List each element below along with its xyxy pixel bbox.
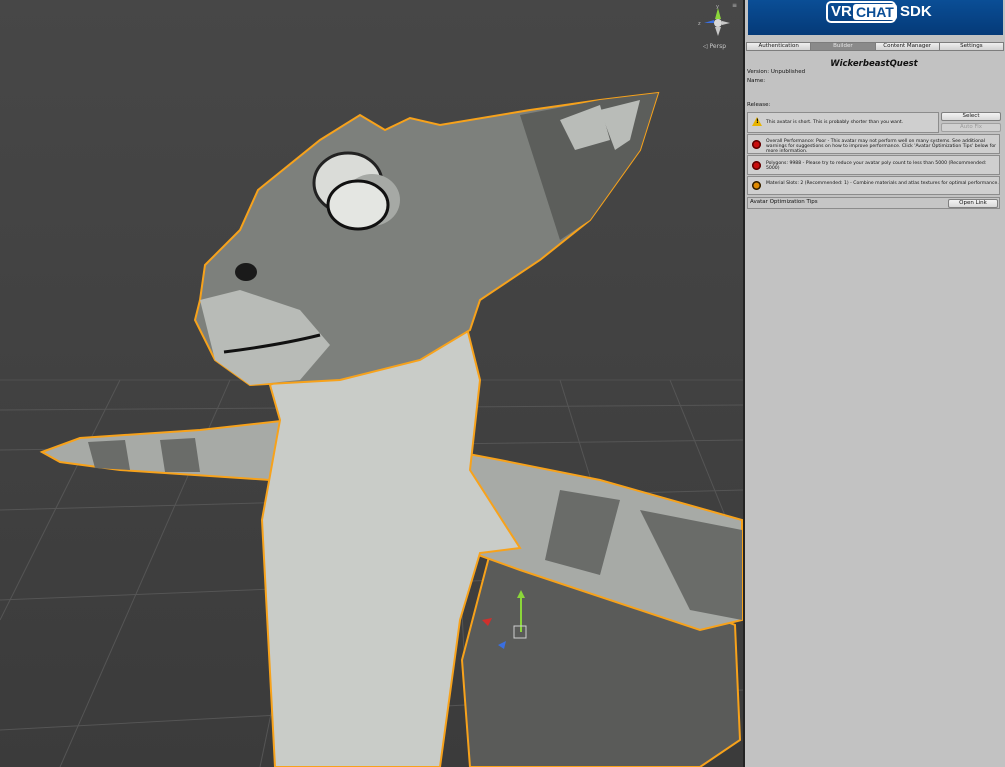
tab-authentication[interactable]: Authentication: [746, 42, 812, 51]
sdk-label: SDK: [900, 3, 932, 20]
scene-canvas[interactable]: [0, 0, 743, 767]
version-label: Version: Unpublished: [747, 69, 806, 75]
projection-label[interactable]: ◁ Persp: [703, 43, 726, 50]
orientation-gizmo[interactable]: y z ≡: [697, 3, 737, 43]
polygons-message: Polygons: 9988 - Please try to reduce yo…: [747, 155, 1000, 175]
polygons-text: Polygons: 9988 - Please try to reduce yo…: [766, 161, 987, 171]
tab-content-manager[interactable]: Content Manager: [874, 42, 940, 51]
auto-fix-button[interactable]: Auto Fix: [941, 123, 1001, 132]
svg-text:z: z: [698, 21, 701, 27]
logo-vr-text: VR: [831, 3, 852, 20]
logo-chat-text: CHAT: [853, 4, 897, 20]
scene-viewport[interactable]: y z ≡ ◁ Persp: [0, 0, 743, 767]
optimization-tips-label: Avatar Optimization Tips: [750, 199, 818, 205]
material-slots-text: Material Slots: 2 (Recommended: 1) - Com…: [766, 181, 999, 186]
select-button[interactable]: Select: [941, 112, 1001, 121]
tab-settings[interactable]: Settings: [938, 42, 1004, 51]
warning-text: This avatar is short. This is probably s…: [766, 120, 904, 125]
release-label: Release:: [747, 102, 771, 108]
vrchat-sdk-banner: VR CHAT SDK: [748, 0, 1003, 35]
open-link-button[interactable]: Open Link: [948, 199, 998, 208]
svg-text:y: y: [716, 4, 719, 10]
vrchat-sdk-panel: VR CHAT SDK Authentication Builder Conte…: [745, 0, 1005, 767]
info-icon: [752, 181, 761, 190]
name-label: Name:: [747, 78, 766, 84]
performance-text: Overall Performance: Poor - This avatar …: [766, 139, 997, 154]
material-slots-message: Material Slots: 2 (Recommended: 1) - Com…: [747, 176, 1000, 195]
sdk-tabs: Authentication Builder Content Manager S…: [746, 42, 1004, 51]
vrchat-logo: VR CHAT: [826, 1, 897, 23]
tab-builder[interactable]: Builder: [810, 42, 876, 51]
warning-icon: !: [752, 117, 762, 126]
avatar-nose: [235, 263, 257, 281]
avatar-name: WickerbeastQuest: [830, 59, 918, 69]
performance-message: Overall Performance: Poor - This avatar …: [747, 134, 1000, 154]
error-icon: [752, 161, 761, 170]
warning-message: ! This avatar is short. This is probably…: [747, 112, 939, 133]
svg-text:≡: ≡: [732, 3, 737, 9]
error-icon: [752, 140, 761, 149]
